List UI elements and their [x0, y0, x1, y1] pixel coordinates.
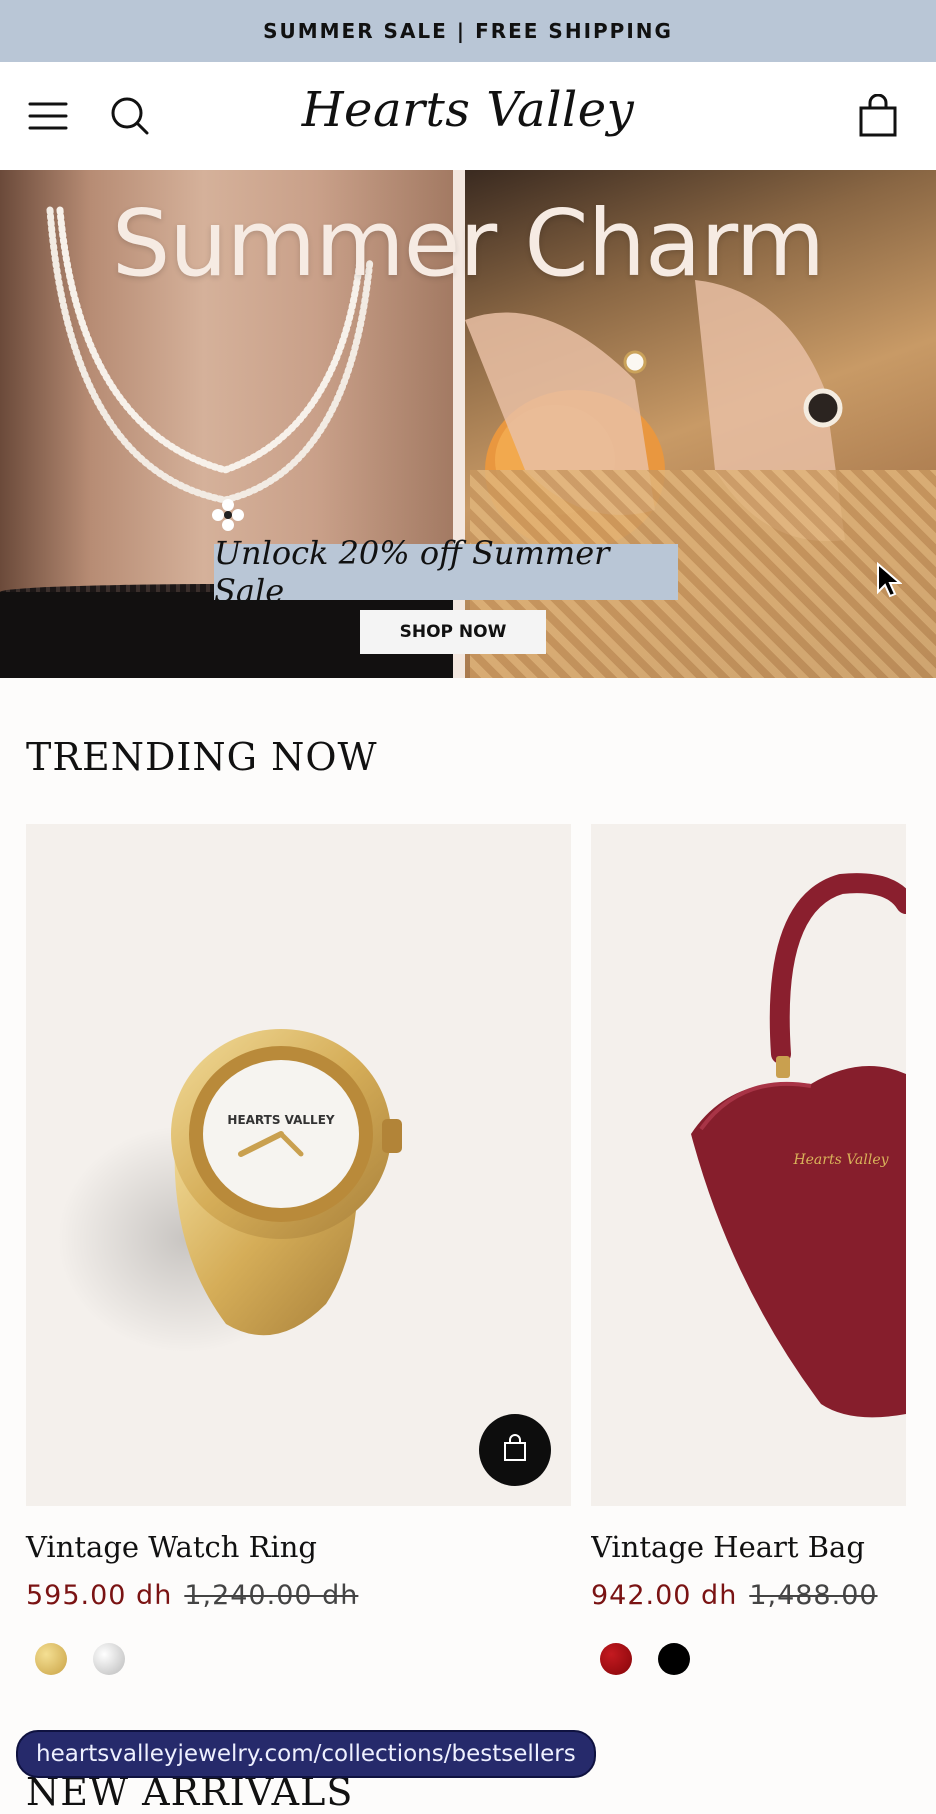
sale-price: 595.00 dh: [26, 1580, 173, 1611]
hero-title: Summer Charm: [111, 190, 825, 297]
shop-now-button[interactable]: SHOP NOW: [360, 610, 546, 654]
compare-at-price: 1,488.00: [749, 1580, 878, 1611]
product-name[interactable]: Vintage Watch Ring: [26, 1530, 571, 1564]
mouse-cursor-icon: [876, 561, 903, 598]
svg-text:HEARTS VALLEY: HEARTS VALLEY: [227, 1113, 334, 1127]
swatch-silver[interactable]: [93, 1643, 125, 1675]
link-preview-url: heartsvalleyjewelry.com/collections/best…: [16, 1730, 596, 1778]
swatch-gold[interactable]: [35, 1643, 67, 1675]
swatch-black[interactable]: [658, 1643, 690, 1675]
svg-text:Hearts Valley: Hearts Valley: [792, 1152, 889, 1168]
hero-promo-banner: Unlock 20% off Summer Sale: [214, 534, 678, 610]
product-image-watch-ring[interactable]: HEARTS VALLEY: [26, 824, 571, 1506]
site-header: Hearts Valley: [0, 62, 936, 171]
sale-price: 942.00 dh: [591, 1580, 738, 1611]
trending-section-title: TRENDING NOW: [26, 735, 378, 779]
hero-banner[interactable]: Summer Charm Unlock 20% off Summer Sale …: [0, 170, 936, 678]
swatch-red[interactable]: [600, 1643, 632, 1675]
compare-at-price: 1,240.00 dh: [184, 1580, 359, 1611]
shopping-bag-icon: [502, 1433, 528, 1467]
product-price: 942.00 dh 1,488.00: [591, 1580, 906, 1611]
product-name[interactable]: Vintage Heart Bag: [591, 1530, 906, 1564]
product-image-heart-bag[interactable]: Hearts Valley: [591, 824, 906, 1506]
color-swatches: [591, 1643, 906, 1675]
color-swatches: [26, 1643, 571, 1675]
cart-icon[interactable]: [852, 90, 904, 142]
site-logo[interactable]: Hearts Valley: [0, 82, 936, 138]
product-card[interactable]: Hearts Valley Vintage Heart Bag 942.00 d…: [591, 824, 906, 1675]
product-card[interactable]: HEARTS VALLEY Vintage Watch Ring 595.00 …: [26, 824, 571, 1675]
announcement-bar: SUMMER SALE | FREE SHIPPING: [0, 0, 936, 62]
quick-add-button[interactable]: [479, 1414, 551, 1486]
product-price: 595.00 dh 1,240.00 dh: [26, 1580, 571, 1611]
